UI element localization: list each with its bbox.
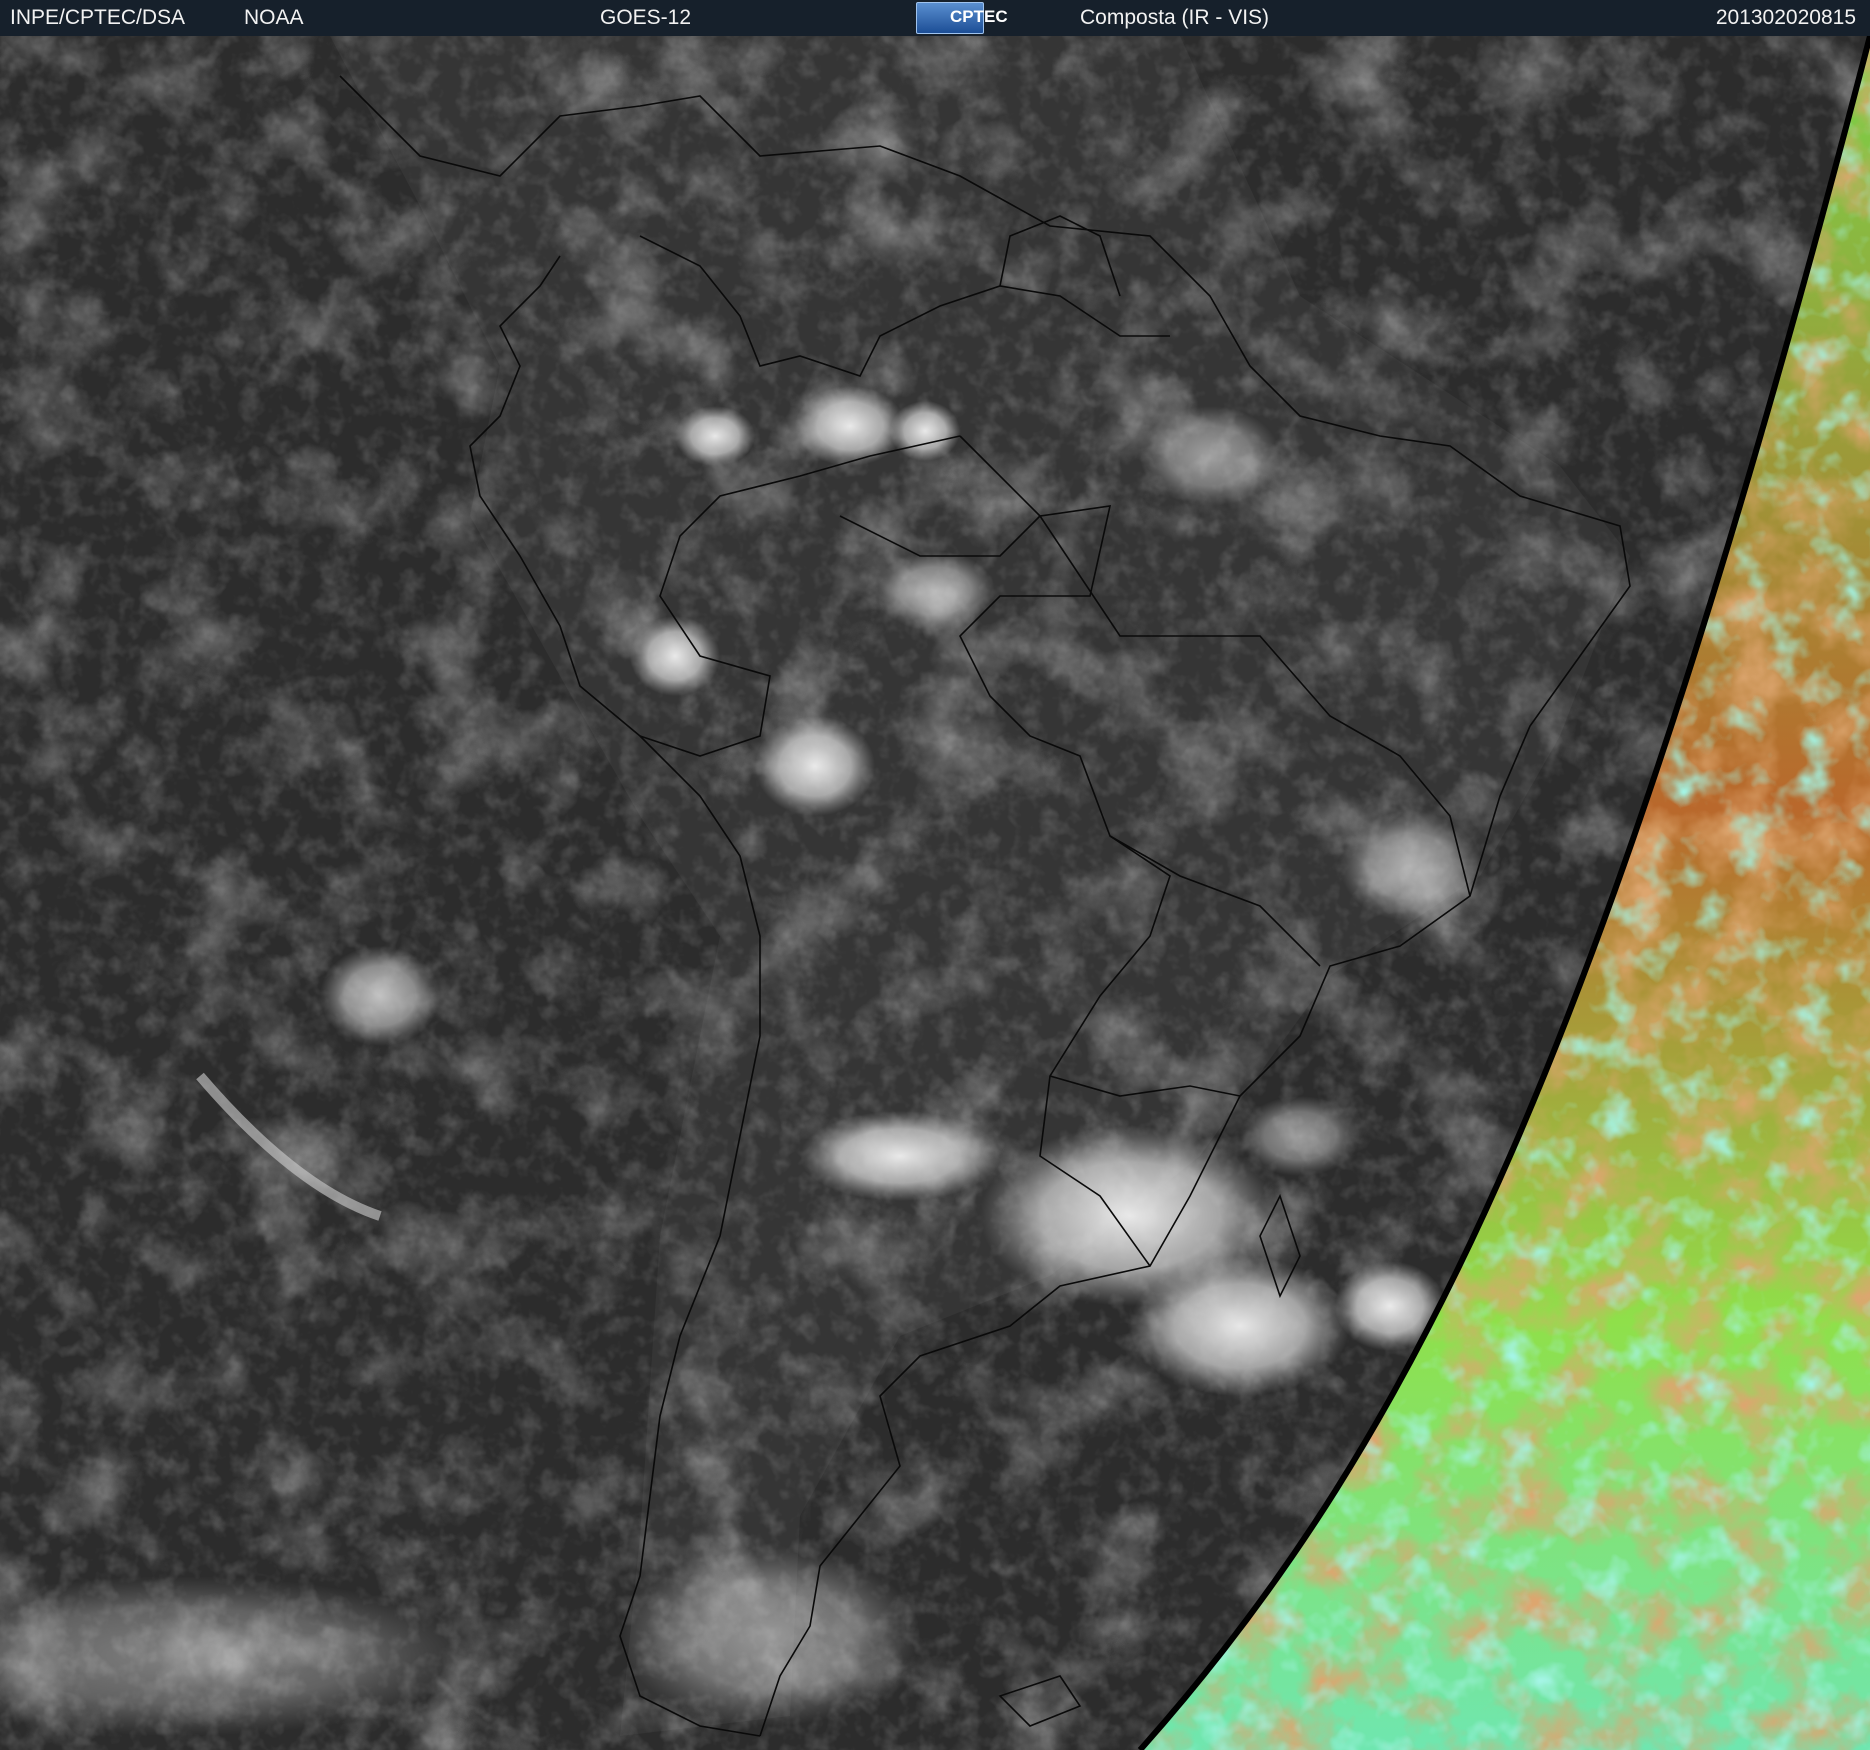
cloud-cluster: [890, 401, 960, 461]
cloud-cluster: [1140, 406, 1280, 506]
cloud-band: [800, 1111, 1000, 1201]
cloud-band: [620, 1546, 920, 1726]
satellite-label: GOES-12: [600, 6, 692, 29]
header-bar: INPE/CPTEC/DSA NOAA GOES-12 CPTEC Compos…: [0, 0, 1870, 36]
satellite-image: [0, 36, 1870, 1750]
cloud-cluster: [630, 616, 720, 696]
cloud-cluster: [320, 946, 440, 1046]
timestamp-label: 201302020815: [1715, 6, 1856, 29]
product-label: Composta (IR - VIS): [1080, 6, 1270, 29]
cptec-logo: CPTEC: [916, 2, 1008, 34]
cloud-band: [1130, 1256, 1350, 1396]
cloud-band: [1240, 1096, 1360, 1176]
cloud-cluster: [675, 406, 755, 466]
organization-label: INPE/CPTEC/DSA: [10, 6, 186, 29]
agency-label: NOAA: [244, 6, 304, 29]
logo-text: CPTEC: [950, 7, 1008, 26]
cloud-cluster: [755, 716, 875, 816]
cloud-cluster: [795, 386, 905, 466]
